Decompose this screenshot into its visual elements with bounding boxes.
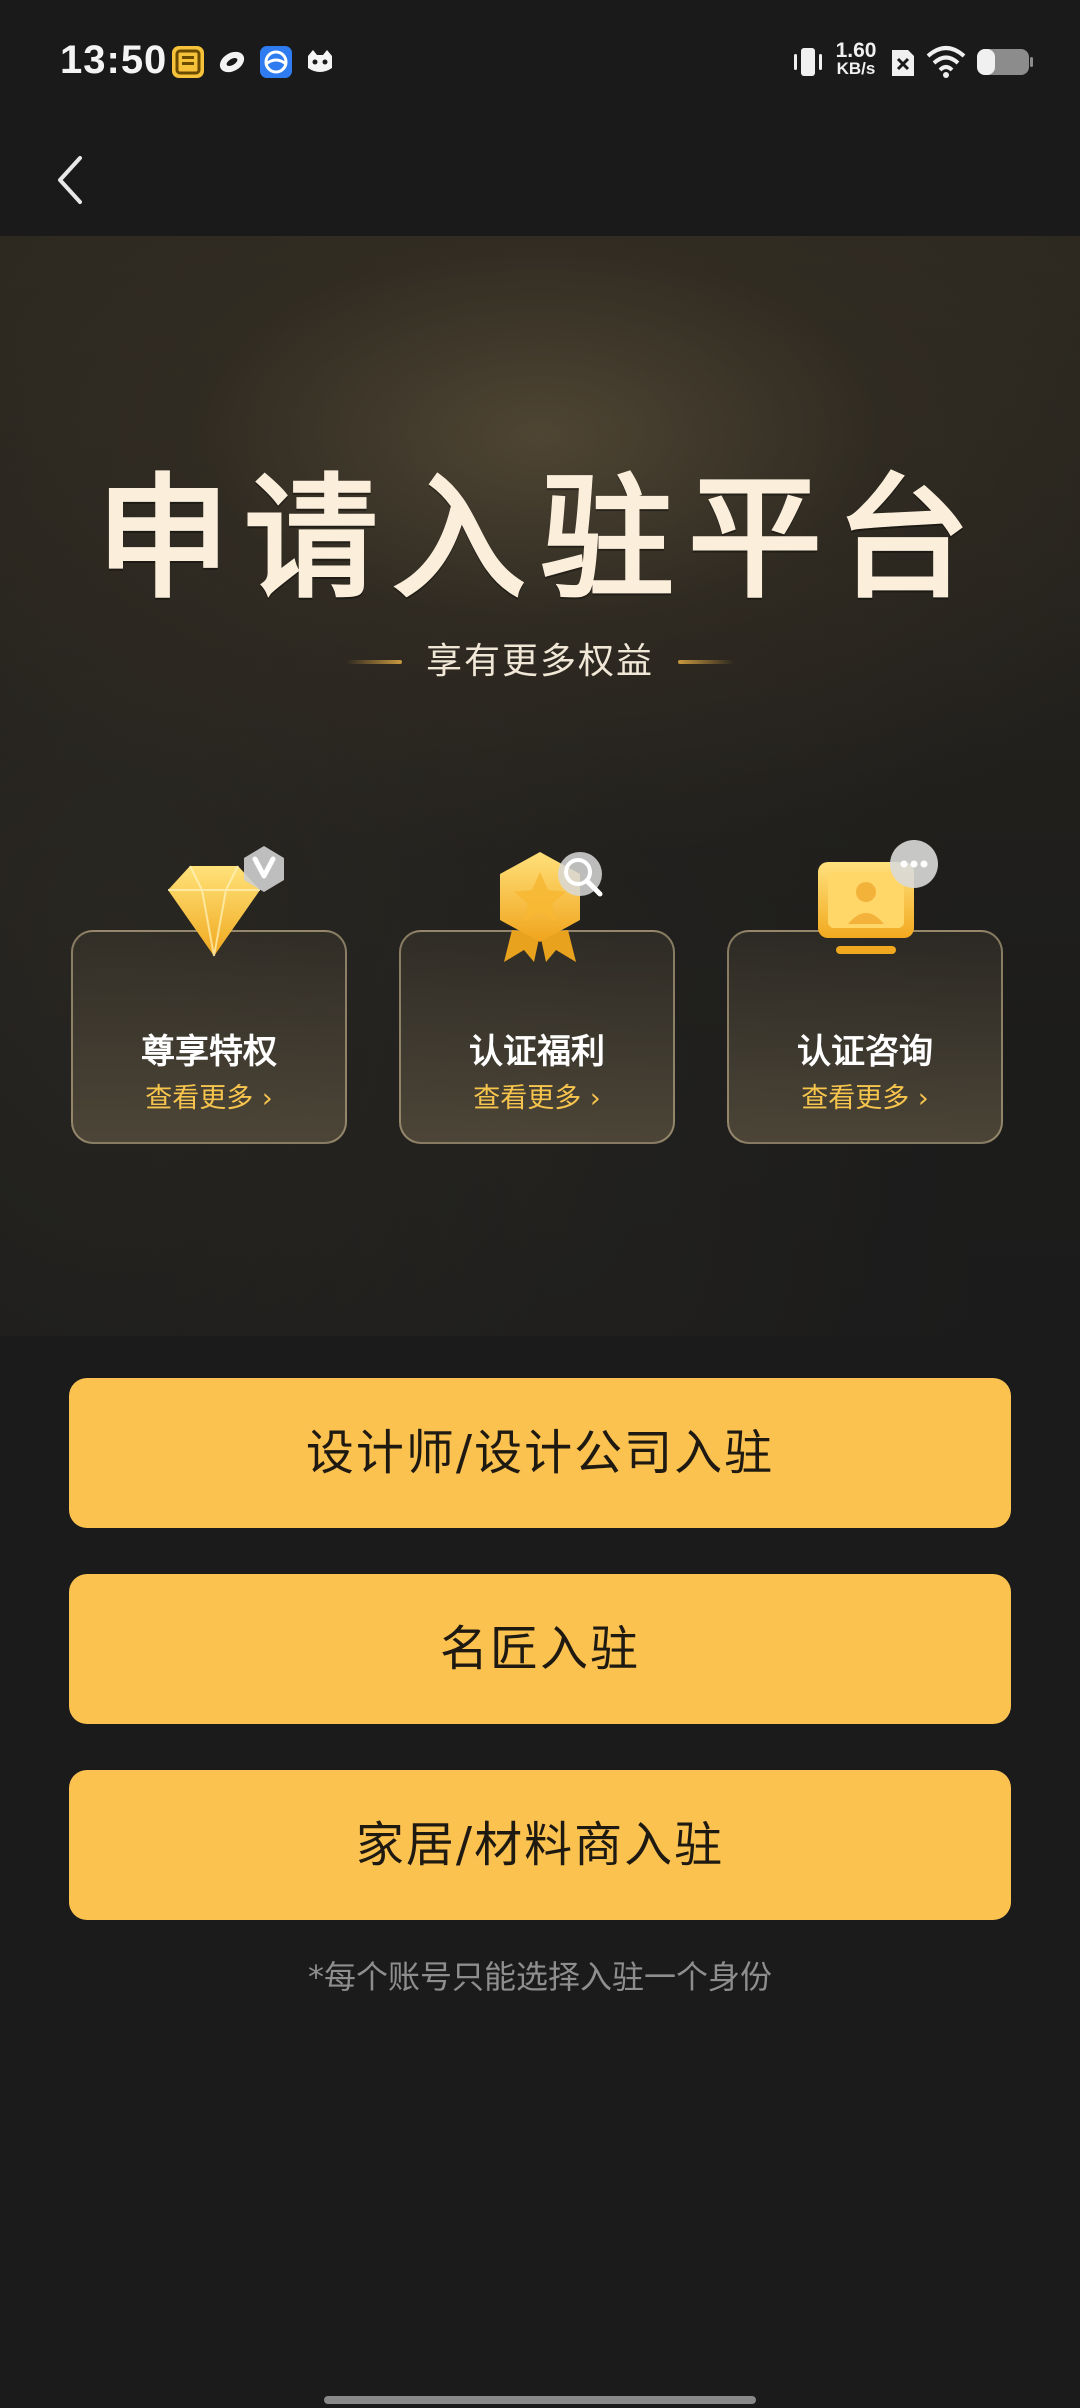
merchant-join-button[interactable]: 家居/材料商入驻 — [69, 1770, 1011, 1920]
cat-app-icon — [304, 46, 336, 78]
back-button[interactable] — [40, 144, 110, 214]
page: 13:50 1.60 KB/s 申请入驻平台 享有更多权益 尊享特权 查看更多 … — [0, 0, 1080, 2408]
designer-join-button[interactable]: 设计师/设计公司入驻 — [69, 1378, 1011, 1528]
view-more-link[interactable]: 查看更多 › — [729, 1076, 1001, 1115]
status-right: 1.60 KB/s — [790, 39, 1040, 84]
hero-subtitle: 享有更多权益 — [425, 641, 654, 682]
page-title: 申请入驻平台 — [95, 461, 984, 617]
hero-subtitle-row: 享有更多权益 — [0, 632, 1080, 682]
benefit-title: 认证咨询 — [797, 1032, 933, 1072]
vibrate-icon — [790, 42, 826, 86]
no-sim-icon — [890, 48, 916, 82]
chevron-left-icon — [40, 156, 110, 218]
badge-search-icon — [460, 828, 620, 988]
identity-footnote: *每个账号只能选择入驻一个身份 — [307, 1958, 772, 1996]
view-more-link[interactable]: 查看更多 › — [401, 1076, 673, 1115]
net-speed-unit: KB/s — [836, 59, 876, 78]
browser-app-icon — [260, 46, 292, 78]
status-time: 13:50 — [60, 38, 168, 82]
subtitle-line-right — [678, 660, 734, 664]
wifi-icon — [926, 44, 966, 84]
battery-icon — [976, 48, 1034, 80]
diamond-v-icon — [138, 828, 298, 988]
consult-chat-icon — [790, 828, 950, 988]
hero-background — [0, 236, 1080, 1336]
status-bar: 13:50 1.60 KB/s — [0, 0, 1080, 128]
net-speed: 1.60 KB/s — [834, 39, 878, 78]
net-speed-value: 1.60 — [835, 39, 877, 62]
benefit-title: 认证福利 — [469, 1032, 605, 1072]
nav-bar — [0, 128, 1080, 236]
benefit-title: 尊享特权 — [141, 1032, 277, 1072]
craftsman-join-button[interactable]: 名匠入驻 — [69, 1574, 1011, 1724]
sina-app-icon — [216, 46, 248, 78]
home-indicator[interactable] — [324, 2396, 756, 2404]
news-app-icon — [172, 46, 204, 78]
view-more-link[interactable]: 查看更多 › — [73, 1076, 345, 1115]
